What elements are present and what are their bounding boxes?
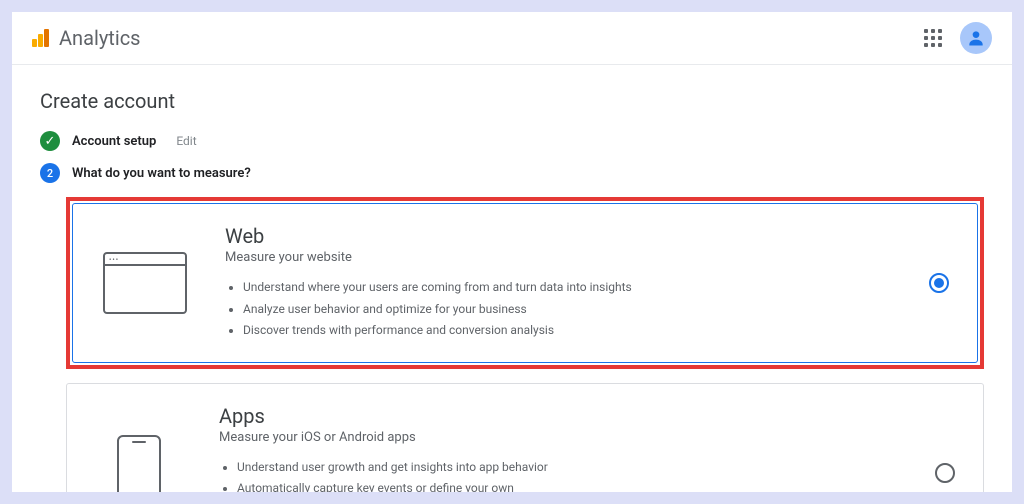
main-content: Create account ✓ Account setup Edit 2 Wh… bbox=[12, 65, 1012, 492]
option-apps[interactable]: Apps Measure your iOS or Android apps Un… bbox=[66, 383, 984, 492]
header-left: Analytics bbox=[32, 26, 141, 50]
phone-icon bbox=[95, 440, 183, 492]
option-web[interactable]: ••• Web Measure your website Understand … bbox=[72, 203, 978, 363]
edit-link[interactable]: Edit bbox=[176, 134, 196, 148]
option-bullets: Understand where your users are coming f… bbox=[225, 277, 893, 342]
browser-window-icon: ••• bbox=[101, 250, 189, 316]
list-item: Automatically capture key events or defi… bbox=[237, 478, 899, 492]
step-account-setup: ✓ Account setup Edit bbox=[40, 131, 984, 151]
apps-grid-icon[interactable] bbox=[924, 29, 942, 47]
options-container: ••• Web Measure your website Understand … bbox=[40, 197, 984, 492]
list-item: Understand where your users are coming f… bbox=[243, 277, 893, 299]
step-measure: 2 What do you want to measure? bbox=[40, 163, 984, 183]
option-subtitle: Measure your website bbox=[225, 250, 893, 265]
person-icon bbox=[966, 28, 986, 48]
list-item: Discover trends with performance and con… bbox=[243, 320, 893, 342]
list-item: Analyze user behavior and optimize for y… bbox=[243, 299, 893, 321]
analytics-logo-icon bbox=[32, 29, 49, 47]
option-bullets: Understand user growth and get insights … bbox=[219, 457, 899, 492]
radio-unselected-icon[interactable] bbox=[935, 463, 955, 483]
option-title: Web bbox=[225, 224, 893, 248]
highlight-annotation: ••• Web Measure your website Understand … bbox=[66, 197, 984, 369]
checkmark-icon: ✓ bbox=[40, 131, 60, 151]
app-header: Analytics bbox=[12, 12, 1012, 65]
step-label: What do you want to measure? bbox=[72, 166, 251, 181]
step-label: Account setup bbox=[72, 134, 156, 149]
option-body: Apps Measure your iOS or Android apps Un… bbox=[219, 404, 899, 492]
option-title: Apps bbox=[219, 404, 899, 428]
header-right bbox=[924, 22, 992, 54]
option-body: Web Measure your website Understand wher… bbox=[225, 224, 893, 342]
step-number-icon: 2 bbox=[40, 163, 60, 183]
header-title: Analytics bbox=[59, 26, 141, 50]
option-subtitle: Measure your iOS or Android apps bbox=[219, 430, 899, 445]
avatar[interactable] bbox=[960, 22, 992, 54]
page-title: Create account bbox=[40, 89, 984, 113]
list-item: Understand user growth and get insights … bbox=[237, 457, 899, 479]
radio-selected-icon[interactable] bbox=[929, 273, 949, 293]
